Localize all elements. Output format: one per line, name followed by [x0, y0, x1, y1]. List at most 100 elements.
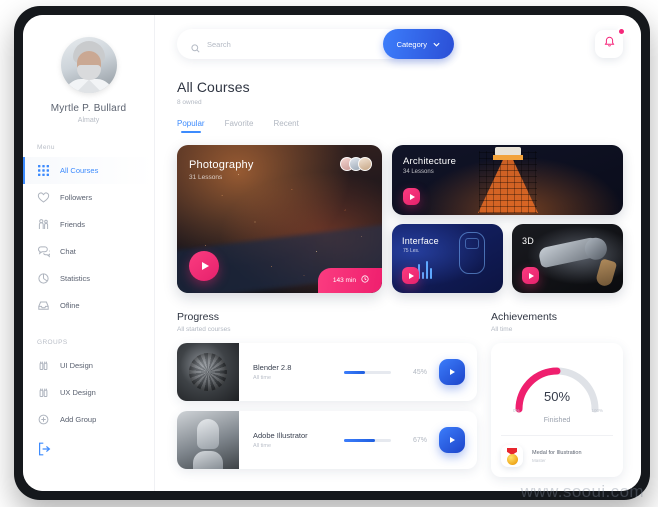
progress-row[interactable]: Blender 2.8 All time 45% — [177, 343, 477, 401]
achievement-item[interactable]: Medal for Illustration Master — [491, 436, 623, 477]
chevron-down-icon — [433, 40, 440, 49]
sidebar-item-followers[interactable]: Followers — [23, 184, 154, 211]
notifications-button[interactable] — [595, 27, 626, 58]
course-cards: Photography 31 Lessons 143 min Architect… — [177, 145, 623, 293]
medal-icon — [501, 445, 523, 467]
gauge-caption: Finished — [543, 417, 571, 424]
sidebar-item-add-group[interactable]: Add Group — [23, 406, 154, 433]
progress-percent: 67% — [412, 436, 427, 444]
play-button[interactable] — [189, 251, 219, 281]
sidebar-item-label: Ofline — [60, 301, 80, 310]
progress-title: Progress — [177, 311, 220, 323]
achievements-title: Achievements — [491, 311, 557, 323]
search-input[interactable] — [207, 39, 357, 49]
category-label: Category — [396, 39, 427, 49]
tablet-device-frame: Myrtle P. Bullard Almaty Menu All Course… — [14, 6, 650, 503]
achievement-text: Medal for Illustration Master — [532, 450, 582, 463]
course-time: All time — [253, 375, 272, 381]
gauge-min-label: 0% — [513, 408, 520, 413]
play-button[interactable] — [403, 188, 420, 205]
play-icon — [528, 272, 534, 279]
sidebar-item-chat[interactable]: Chat — [23, 238, 154, 265]
grid-icon — [37, 164, 50, 177]
course-thumbnail — [177, 411, 239, 469]
groups-section-label: GROUPS — [37, 339, 68, 346]
progress-bar — [344, 438, 391, 442]
logout-icon[interactable] — [37, 441, 53, 457]
progress-info: Adobe Illustrator All time — [239, 431, 344, 449]
progress-bar — [344, 370, 391, 374]
sidebar-item-label: Add Group — [60, 415, 97, 424]
app-screen: Myrtle P. Bullard Almaty Menu All Course… — [23, 15, 641, 491]
sidebar-item-ux-design[interactable]: UX Design — [23, 379, 154, 406]
play-button[interactable] — [439, 427, 465, 453]
clock-icon — [361, 275, 369, 285]
course-cards-row: Interface 75 Les. 3D — [392, 224, 623, 293]
tab-favorite[interactable]: Favorite — [225, 119, 254, 133]
sidebar-item-label: Friends — [60, 220, 86, 229]
sidebar-item-friends[interactable]: Friends — [23, 211, 154, 238]
play-button[interactable] — [522, 267, 539, 284]
plus-circle-icon — [37, 413, 50, 426]
progress-info: Blender 2.8 All time — [239, 363, 344, 381]
course-title: 3D — [522, 236, 534, 246]
play-icon — [450, 437, 456, 443]
participant-avatar — [358, 157, 372, 171]
search-icon — [191, 40, 200, 53]
group-icon — [37, 359, 50, 372]
play-icon — [201, 262, 209, 270]
course-title: Photography — [189, 159, 254, 171]
progress-row[interactable]: Adobe Illustrator All time 67% — [177, 411, 477, 469]
inbox-icon — [37, 299, 50, 312]
course-card-architecture[interactable]: Architecture 34 Lessons — [392, 145, 623, 215]
progress-section: Progress All started courses Blender 2.8… — [177, 311, 477, 477]
pie-chart-icon — [37, 272, 50, 285]
bell-icon — [603, 35, 616, 53]
sidebar-item-all-courses[interactable]: All Courses — [23, 157, 154, 184]
card-art-top2 — [492, 155, 523, 160]
chat-icon — [37, 245, 50, 258]
course-card-photography[interactable]: Photography 31 Lessons 143 min — [177, 145, 382, 293]
heart-icon — [37, 191, 50, 204]
group-icon — [37, 386, 50, 399]
page-title: All Courses — [177, 79, 250, 95]
course-duration: 143 min — [332, 276, 356, 284]
main-content: Category All Cour — [155, 15, 641, 491]
course-name: Adobe Illustrator — [253, 431, 308, 440]
course-thumbnail — [177, 343, 239, 401]
user-avatar-image — [60, 37, 117, 93]
sidebar-item-ui-design[interactable]: UI Design — [23, 352, 154, 379]
sidebar-item-statistics[interactable]: Statistics — [23, 265, 154, 292]
tab-popular[interactable]: Popular — [177, 119, 205, 133]
topbar: Category — [177, 27, 626, 59]
card-art-grid — [478, 151, 537, 213]
course-card-3d[interactable]: 3D — [512, 224, 623, 293]
sidebar-item-ofline[interactable]: Ofline — [23, 292, 154, 319]
tab-recent[interactable]: Recent — [273, 119, 298, 133]
progress-bar-fill — [344, 438, 376, 442]
sidebar-item-label: Statistics — [60, 274, 91, 283]
course-name: Blender 2.8 — [253, 363, 292, 372]
sidebar-item-label: All Courses — [60, 166, 99, 175]
category-dropdown-button[interactable]: Category — [382, 29, 454, 59]
play-icon — [409, 193, 415, 200]
course-title: Interface — [402, 236, 439, 246]
user-name: Myrtle P. Bullard — [50, 103, 127, 114]
course-card-interface[interactable]: Interface 75 Les. — [392, 224, 503, 293]
progress-bar-fill — [344, 370, 366, 374]
achievement-sub: Master — [532, 457, 546, 463]
achievements-subtitle: All time — [491, 326, 513, 333]
play-button[interactable] — [402, 267, 419, 284]
play-button[interactable] — [439, 359, 465, 385]
search-bar[interactable]: Category — [177, 29, 454, 59]
progress-subtitle: All started courses — [177, 326, 231, 333]
card-art — [459, 232, 485, 274]
sidebar-item-label: Chat — [60, 247, 76, 256]
notification-badge — [617, 27, 626, 36]
play-icon — [408, 272, 414, 279]
gauge-percent: 50% — [543, 389, 571, 404]
course-lessons: 31 Lessons — [189, 174, 223, 181]
gauge-max-label: 100% — [591, 408, 603, 413]
menu-section-label: Menu — [37, 144, 55, 151]
sidebar-item-label: UX Design — [60, 388, 96, 397]
